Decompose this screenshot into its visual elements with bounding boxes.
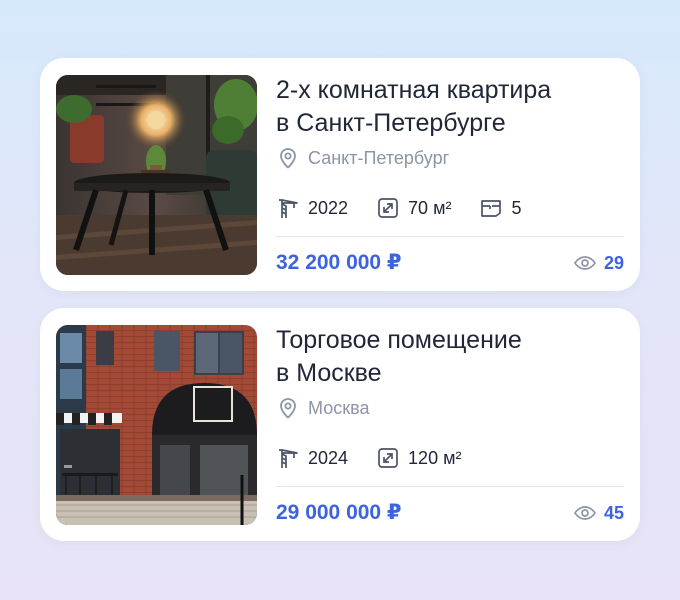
spec-year: 2024 (276, 446, 348, 470)
listing-card[interactable]: Торговое помещение в Москве Москва 2024 … (40, 308, 640, 541)
living-room-photo (56, 75, 257, 275)
listing-title[interactable]: 2-х комнатная квартира в Санкт-Петербург… (276, 74, 616, 140)
eye-icon (573, 506, 596, 520)
listing-price: 32 200 000 ₽ (276, 251, 402, 274)
listing-title[interactable]: Торговое помещение в Москве (276, 324, 616, 390)
listing-title-line1: 2-х комнатная квартира (276, 76, 552, 104)
listing-location: Санкт-Петербург (276, 146, 449, 170)
listing-title-line2: в Москве (276, 359, 382, 387)
crane-icon (279, 449, 298, 468)
spec-year-value: 2024 (308, 447, 349, 468)
resize-icon (378, 198, 398, 218)
listing-title-line2: в Санкт-Петербурге (276, 109, 506, 137)
storefront-photo (56, 325, 257, 525)
views-count: 29 (603, 252, 624, 273)
listing-card[interactable]: 2-х комнатная квартира в Санкт-Петербург… (40, 58, 640, 291)
listing-photo[interactable] (56, 325, 257, 525)
listing-specs: 2024 120 м² (276, 446, 489, 470)
listing-price: 29 000 000 ₽ (276, 501, 402, 524)
location-pin-icon (280, 148, 296, 169)
spec-area: 70 м² (376, 196, 451, 220)
location-pin-icon (280, 398, 296, 419)
listing-title-line1: Торговое помещение (276, 326, 522, 354)
spec-rooms-value: 5 (511, 197, 522, 218)
spec-rooms: 5 (479, 196, 521, 220)
eye-icon (573, 256, 596, 270)
resize-icon (378, 448, 398, 468)
spec-year: 2022 (276, 196, 348, 220)
spec-area: 120 м² (376, 446, 461, 470)
crane-icon (279, 199, 298, 218)
listing-photo[interactable] (56, 75, 257, 275)
divider (276, 486, 624, 487)
spec-area-value: 70 м² (408, 197, 452, 218)
rooms-icon (481, 200, 502, 217)
views-count: 45 (603, 502, 624, 523)
location-text: Москва (308, 397, 370, 418)
views-counter: 45 (573, 501, 624, 525)
spec-year-value: 2022 (308, 197, 349, 218)
spec-area-value: 120 м² (408, 447, 462, 468)
listing-location: Москва (276, 396, 369, 420)
divider (276, 236, 624, 237)
views-counter: 29 (573, 251, 624, 275)
listing-specs: 2022 70 м² 5 (276, 196, 549, 220)
location-text: Санкт-Петербург (308, 147, 450, 168)
